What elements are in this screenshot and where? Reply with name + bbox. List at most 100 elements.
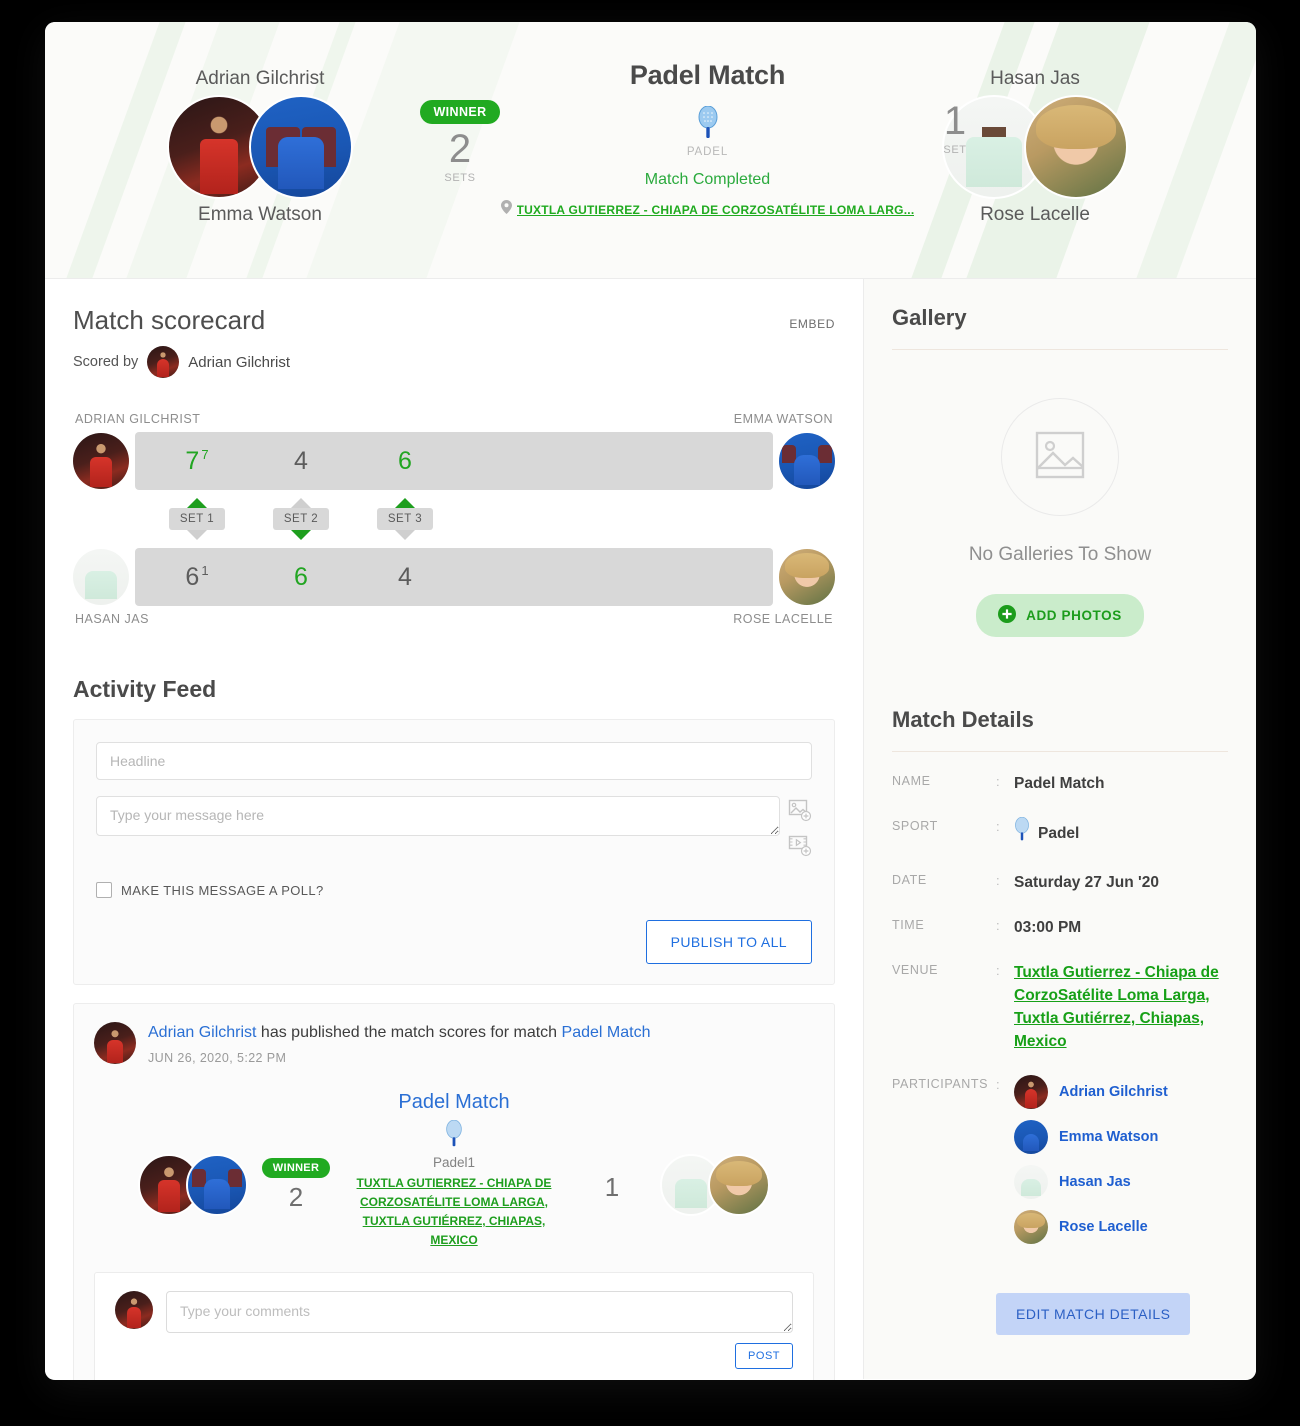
score-bottom-set2: 6 [294, 562, 308, 591]
participant-item[interactable]: Hasan Jas [1014, 1165, 1168, 1199]
message-input[interactable] [96, 796, 780, 836]
match-details-rows: NAME : Padel Match SPORT : Padel DATE: … [892, 772, 1228, 1255]
detail-row-name: NAME : Padel Match [892, 772, 1228, 795]
avatar-rose-lacelle[interactable] [1024, 95, 1128, 199]
avatar-emma-watson[interactable] [249, 95, 353, 199]
activity-feed-title: Activity Feed [73, 676, 217, 702]
set-tab-3[interactable]: SET 3 [353, 498, 457, 540]
detail-value-name: Padel Match [1014, 775, 1105, 792]
team-left-bottom-name: Emma Watson [198, 204, 322, 225]
add-photos-button[interactable]: ADD PHOTOS [976, 594, 1144, 637]
set-tab-1-label[interactable]: SET 1 [168, 508, 226, 530]
participant-avatar-hasan [1014, 1165, 1048, 1199]
detail-colon: : [996, 819, 1000, 834]
post-comment-button[interactable]: POST [735, 1343, 793, 1369]
scorecard-bottom-bar: 61 6 4 [135, 548, 773, 606]
post-left-score: 2 [288, 1181, 304, 1212]
post-timestamp: JUN 26, 2020, 5:22 PM [148, 1051, 287, 1065]
publish-to-all-button[interactable]: PUBLISH TO ALL [645, 920, 812, 964]
sidebar: Gallery No Galleries To Show ADD PHOTOS … [863, 279, 1256, 1379]
post-winner-badge: WINNER [261, 1157, 331, 1178]
set-tab-2[interactable]: SET 2 [249, 498, 353, 540]
poll-checkbox[interactable] [96, 882, 112, 898]
post-avatar-rose[interactable] [708, 1154, 770, 1216]
image-placeholder-icon [1035, 431, 1085, 484]
detail-key-time: TIME [892, 918, 925, 932]
participant-name-rose[interactable]: Rose Lacelle [1059, 1219, 1148, 1235]
post-match-card: Padel Match WINNER 2 Padel1 TUXTLA GUTIE… [94, 1091, 814, 1250]
post-text: Adrian Gilchrist has published the match… [148, 1022, 650, 1044]
padel-racket-icon [697, 105, 719, 144]
scorecard-bottom-labels: HASAN JAS ROSE LACELLE [73, 606, 835, 632]
detail-colon: : [996, 774, 1000, 789]
set-tab-1[interactable]: SET 1 [145, 498, 249, 540]
set3-up-arrow-icon [395, 498, 415, 508]
detail-value-sport: Padel [1038, 824, 1080, 842]
plus-circle-icon [998, 605, 1017, 626]
scorecard-avatar-adrian [73, 433, 129, 489]
scorecard-top-row: 77 4 6 [73, 432, 835, 490]
post-author-avatar[interactable] [94, 1022, 136, 1064]
participant-avatar-adrian [1014, 1075, 1048, 1109]
page-title: Padel Match [629, 60, 786, 90]
scored-by-name: Adrian Gilchrist [188, 353, 290, 371]
detail-row-venue: VENUE : Tuxtla Gutierrez - Chiapa de Cor… [892, 961, 1228, 1053]
match-details-divider [892, 751, 1228, 752]
detail-row-participants: PARTICIPANTS : Adrian Gilchrist Emma Wat… [892, 1075, 1228, 1255]
page-root: Adrian Gilchrist Emma Watson WINNER 2 SE… [0, 0, 1300, 1426]
activity-feed-composer: MAKE THIS MESSAGE A POLL? PUBLISH TO ALL [73, 719, 835, 985]
participant-name-hasan[interactable]: Hasan Jas [1059, 1174, 1131, 1190]
scorecard-bottom-left-player: HASAN JAS [75, 612, 149, 626]
publish-row: PUBLISH TO ALL [96, 920, 812, 964]
edit-match-details-button[interactable]: EDIT MATCH DETAILS [996, 1293, 1191, 1335]
add-video-icon[interactable] [788, 833, 812, 862]
post-button-row: POST [115, 1343, 793, 1369]
detail-colon: : [996, 1077, 1000, 1092]
match-details-title: Match Details [892, 707, 1034, 732]
post-match-title[interactable]: Padel Match [94, 1091, 814, 1114]
score-right: 1 SET [895, 100, 1015, 156]
team-left: Adrian Gilchrist Emma Watson [95, 68, 425, 226]
participant-item[interactable]: Rose Lacelle [1014, 1210, 1168, 1244]
participant-avatar-rose [1014, 1210, 1048, 1244]
set3-down-arrow-icon [395, 530, 415, 540]
participant-item[interactable]: Emma Watson [1014, 1120, 1168, 1154]
set-tab-3-label[interactable]: SET 3 [376, 508, 434, 530]
header-venue-link[interactable]: TUXTLA GUTIERREZ - CHIAPA DE CORZOSATÉLI… [517, 203, 915, 217]
embed-button[interactable]: EMBED [789, 317, 835, 331]
scorecard-bottom-row: 61 6 4 [73, 548, 835, 606]
scorecard-title: Match scorecard [73, 305, 266, 335]
post-author-link[interactable]: Adrian Gilchrist [148, 1024, 256, 1041]
detail-value-time: 03:00 PM [1014, 919, 1082, 936]
detail-key-date: DATE [892, 873, 927, 887]
scorecard: ADRIAN GILCHRIST EMMA WATSON 77 4 6 SET … [73, 412, 835, 632]
scored-by-avatar [147, 346, 180, 378]
post-venue-link[interactable]: TUXTLA GUTIERREZ - CHIAPA DE CORZOSATÉLI… [344, 1174, 564, 1250]
score-bottom-set1: 61 [185, 562, 209, 591]
set2-down-arrow-icon [291, 530, 311, 540]
post-avatar-emma[interactable] [186, 1154, 248, 1216]
post-padel-racket-icon [445, 1119, 463, 1152]
comment-input[interactable] [166, 1291, 793, 1333]
detail-value-date: Saturday 27 Jun '20 [1014, 874, 1159, 891]
location-pin-icon [500, 200, 512, 219]
score-top-set2: 4 [294, 446, 308, 475]
main-column: Match scorecard EMBED Scored by Adrian G… [45, 279, 863, 1380]
post-match-link[interactable]: Padel Match [562, 1024, 651, 1041]
add-image-icon[interactable] [788, 798, 812, 827]
detail-key-participants: PARTICIPANTS [892, 1077, 989, 1091]
sport-label: PADEL [686, 146, 729, 158]
participant-name-emma[interactable]: Emma Watson [1059, 1129, 1158, 1145]
participant-name-adrian[interactable]: Adrian Gilchrist [1059, 1084, 1168, 1100]
set1-down-arrow-icon [187, 530, 207, 540]
participant-item[interactable]: Adrian Gilchrist [1014, 1075, 1168, 1109]
headline-input[interactable] [96, 742, 812, 780]
sport-block: PADEL [475, 105, 940, 158]
detail-colon: : [996, 873, 1000, 888]
right-sets-label: SET [943, 144, 967, 156]
score-top-set3: 6 [398, 446, 412, 475]
detail-value-venue[interactable]: Tuxtla Gutierrez - Chiapa de CorzoSatéli… [1014, 961, 1228, 1053]
comment-box: POST [94, 1272, 814, 1380]
post-left-score-col: WINNER 2 [248, 1157, 344, 1213]
set-tab-2-label[interactable]: SET 2 [272, 508, 330, 530]
